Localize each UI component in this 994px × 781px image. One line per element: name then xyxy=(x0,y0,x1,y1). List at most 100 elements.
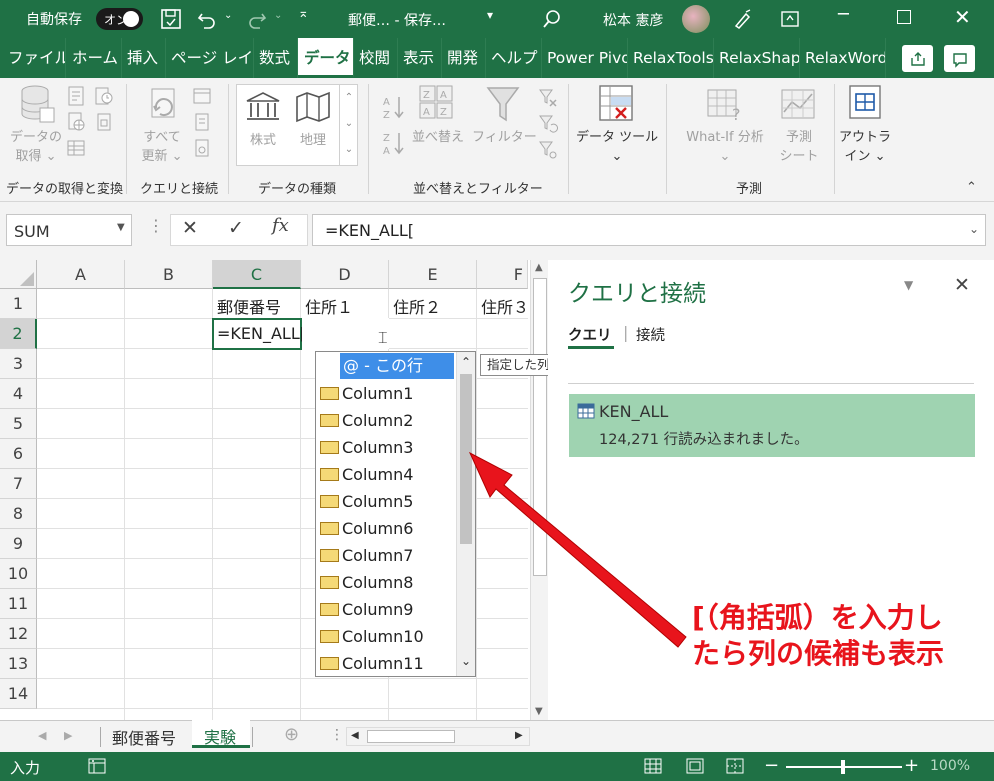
share-button[interactable] xyxy=(902,45,933,72)
tab-relaxwords[interactable]: RelaxWords xyxy=(800,38,886,78)
redo-dropdown-icon[interactable]: ⌄ xyxy=(274,10,282,21)
whatif-icon[interactable]: ? xyxy=(706,86,746,124)
row-header-6[interactable]: 6 xyxy=(0,439,37,469)
stocks-icon[interactable] xyxy=(245,91,281,123)
autocomplete-scroll-down-icon[interactable]: ⌄ xyxy=(461,654,471,668)
row-header-10[interactable]: 10 xyxy=(0,559,37,589)
tab-review[interactable]: 校閲 xyxy=(354,38,398,78)
autocomplete-item[interactable]: Column7 xyxy=(320,542,413,569)
page-layout-view-icon[interactable] xyxy=(686,758,704,774)
collapse-ribbon-icon[interactable]: ⌃ xyxy=(966,180,977,195)
scroll-down-icon[interactable]: ▼ xyxy=(535,706,543,717)
from-text-icon[interactable] xyxy=(66,86,86,106)
expand-formula-icon[interactable]: ⌄ xyxy=(969,222,979,236)
zoom-out-icon[interactable]: − xyxy=(764,755,779,776)
ribbon-display-icon[interactable] xyxy=(781,10,799,28)
tab-home[interactable]: ホーム xyxy=(66,38,122,78)
from-web-icon[interactable] xyxy=(66,112,86,132)
outline-icon[interactable] xyxy=(848,84,882,120)
row-header-2[interactable]: 2 xyxy=(0,319,37,349)
autocomplete-item[interactable]: Column1 xyxy=(320,380,413,407)
autocomplete-item[interactable]: Column6 xyxy=(320,515,413,542)
tab-data[interactable]: データ xyxy=(298,38,354,78)
geography-icon[interactable] xyxy=(295,91,331,123)
next-sheet-icon[interactable]: ▶ xyxy=(64,729,72,742)
autosave-toggle[interactable]: オン xyxy=(96,8,143,30)
clear-filter-icon[interactable] xyxy=(538,88,558,108)
formula-input[interactable]: =KEN_ALL[ ⌄ xyxy=(312,214,986,246)
tab-power-pivot[interactable]: Power Pivot xyxy=(542,38,628,78)
pane-options-icon[interactable]: ▼ xyxy=(904,278,913,292)
enter-check-icon[interactable]: ✓ xyxy=(228,217,244,239)
column-header-c[interactable]: C xyxy=(213,260,301,289)
tab-formulas[interactable]: 数式 xyxy=(254,38,298,78)
redo-icon[interactable] xyxy=(246,8,268,30)
autocomplete-item[interactable]: Column10 xyxy=(320,623,424,650)
close-window-icon[interactable]: ✕ xyxy=(954,5,971,29)
title-dropdown-icon[interactable]: ▾ xyxy=(487,8,493,22)
tab-relaxtools[interactable]: RelaxTools xyxy=(628,38,714,78)
tab-file[interactable]: ファイル xyxy=(0,38,66,78)
reapply-filter-icon[interactable] xyxy=(538,114,558,134)
autocomplete-item-this-row[interactable]: @ - この行 xyxy=(340,353,454,379)
autocomplete-scroll-up-icon[interactable]: ⌃ xyxy=(461,355,471,369)
tab-splitter-icon[interactable]: ⋮ xyxy=(330,727,344,743)
refresh-all-icon[interactable] xyxy=(144,86,184,126)
zoom-slider[interactable] xyxy=(786,760,902,774)
insert-function-icon[interactable]: fx xyxy=(272,215,289,236)
horizontal-scroll-thumb[interactable] xyxy=(367,730,455,743)
tab-relaxshapes[interactable]: RelaxShapes xyxy=(714,38,800,78)
advanced-filter-icon[interactable] xyxy=(538,140,558,160)
row-header-8[interactable]: 8 xyxy=(0,499,37,529)
autocomplete-item[interactable]: Column4 xyxy=(320,461,413,488)
scroll-right-icon[interactable]: ▶ xyxy=(515,730,523,741)
tab-queries[interactable]: クエリ xyxy=(568,324,612,345)
cell-f1[interactable]: 住所３ xyxy=(481,294,527,318)
data-tools-icon[interactable] xyxy=(598,84,634,122)
whatif-dropdown-icon[interactable]: ⌄ xyxy=(676,147,774,166)
customize-toolbar-icon[interactable]: ⌅ xyxy=(298,6,309,21)
autocomplete-item[interactable]: Column3 xyxy=(320,434,413,461)
active-cell-c2[interactable]: =KEN_ALL[ xyxy=(212,318,306,350)
add-sheet-icon[interactable]: ⊕ xyxy=(284,724,299,745)
name-box-dropdown-icon[interactable]: ▼ xyxy=(117,222,125,233)
page-break-view-icon[interactable] xyxy=(726,758,744,774)
macro-record-icon[interactable] xyxy=(88,758,106,774)
maximize-icon[interactable] xyxy=(897,10,911,24)
sheet-tab-jikken[interactable]: 実験 xyxy=(192,720,250,748)
from-table-icon[interactable] xyxy=(66,138,86,158)
scroll-left-icon[interactable]: ◀ xyxy=(351,730,359,741)
row-header-14[interactable]: 14 xyxy=(0,679,37,709)
prev-sheet-icon[interactable]: ◀ xyxy=(38,729,46,742)
horizontal-scrollbar[interactable]: ◀ ▶ xyxy=(346,727,530,746)
scroll-up-icon[interactable]: ▲ xyxy=(535,262,543,273)
database-icon[interactable] xyxy=(18,84,56,124)
column-header-d[interactable]: D xyxy=(301,260,389,289)
select-all-corner[interactable] xyxy=(0,260,37,289)
cancel-icon[interactable]: ✕ xyxy=(182,217,198,239)
autocomplete-item[interactable]: Column5 xyxy=(320,488,413,515)
close-pane-icon[interactable]: ✕ xyxy=(954,274,970,296)
autocomplete-item[interactable]: Column2 xyxy=(320,407,413,434)
undo-dropdown-icon[interactable]: ⌄ xyxy=(224,10,232,21)
save-icon[interactable] xyxy=(160,8,182,30)
row-header-1[interactable]: 1 xyxy=(0,289,37,319)
column-header-a[interactable]: A xyxy=(37,260,125,289)
row-header-12[interactable]: 12 xyxy=(0,619,37,649)
cell-d1[interactable]: 住所１ xyxy=(305,294,353,318)
autocomplete-item[interactable]: Column8 xyxy=(320,569,413,596)
sheet-tab-yubin[interactable]: 郵便番号 xyxy=(112,725,176,749)
existing-connections-icon[interactable] xyxy=(94,112,114,132)
undo-icon[interactable] xyxy=(196,8,218,30)
tab-help[interactable]: ヘルプ xyxy=(486,38,542,78)
row-header-5[interactable]: 5 xyxy=(0,409,37,439)
tab-connections[interactable]: 接続 xyxy=(636,324,665,345)
cell-c1[interactable]: 郵便番号 xyxy=(217,294,281,318)
row-header-3[interactable]: 3 xyxy=(0,349,37,379)
row-header-11[interactable]: 11 xyxy=(0,589,37,619)
row-header-9[interactable]: 9 xyxy=(0,529,37,559)
normal-view-icon[interactable] xyxy=(644,758,662,774)
minimize-icon[interactable]: ─ xyxy=(838,4,849,25)
tab-insert[interactable]: 挿入 xyxy=(122,38,166,78)
sort-descending-icon[interactable]: ZA xyxy=(382,130,406,156)
